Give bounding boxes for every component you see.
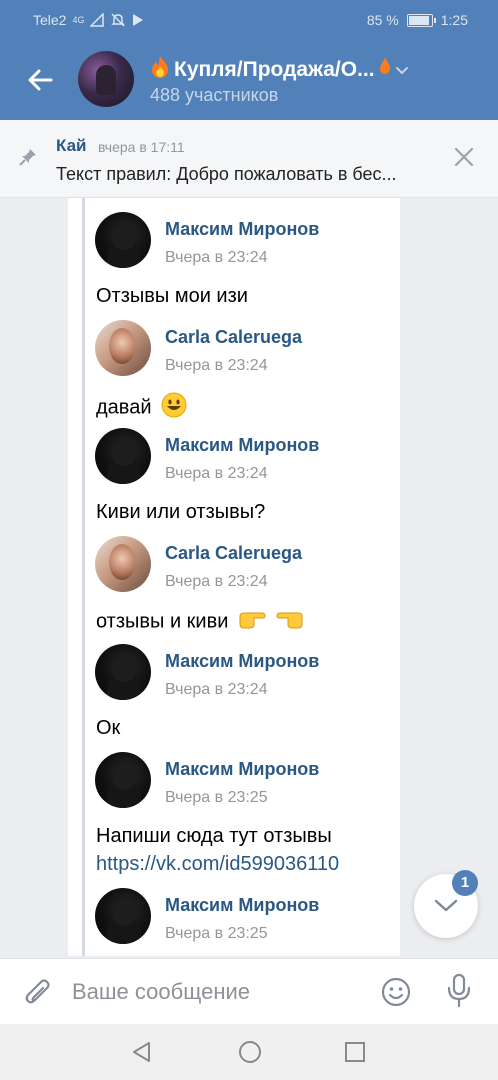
avatar[interactable] [95,428,151,484]
message-time: Вчера в 23:24 [165,465,268,482]
message-time: Вчера в 23:25 [165,925,268,942]
pointing-right-emoji-icon [238,608,266,636]
author-name[interactable]: Максим Миронов [165,759,319,780]
pinned-message[interactable]: Кай вчера в 17:11 Текст правил: Добро по… [0,120,498,198]
unread-badge: 1 [452,870,478,896]
message-text: отзывы и киви [96,610,229,633]
chevron-down-icon [395,58,409,82]
message-text: Киви или отзывы? [96,501,266,523]
message-header: Carla Caleruega Вчера в 23:24 [95,536,395,592]
message-time: Вчера в 23:24 [165,249,268,266]
message-text-row: давай [96,392,187,424]
author-name[interactable]: Максим Миронов [165,435,319,456]
message-time: Вчера в 23:24 [165,681,268,698]
message-composer [0,958,498,1024]
pinned-author: Кай [56,136,87,155]
arrow-left-icon [28,69,53,91]
system-navigation-bar [0,1024,498,1080]
message-header: Максим Миронов Вчера в 23:24 [95,428,395,484]
members-count: 488 участников [150,85,279,105]
nav-back-icon[interactable] [130,1040,154,1064]
message-text-row: отзывы и киви [96,608,304,636]
avatar[interactable] [95,888,151,944]
signal-icon [90,13,105,27]
battery-percent: 85 % [366,12,399,28]
message-header: Максим Миронов Вчера в 23:24 [95,212,395,268]
network-label: 4G [72,15,85,25]
smiley-emoji-icon [161,392,187,424]
author-name[interactable]: Максим Миронов [165,651,319,672]
avatar[interactable] [95,212,151,268]
message-header: Максим Миронов Вчера в 23:25 [95,888,395,944]
author-name[interactable]: Carla Caleruega [165,543,302,564]
nav-home-icon[interactable] [238,1040,262,1064]
message-header: Максим Миронов Вчера в 23:25 [95,752,395,808]
battery-icon [406,13,436,27]
message-text: Отзывы мои изи [96,285,248,307]
close-icon[interactable] [452,145,476,169]
author-name[interactable]: Максим Миронов [165,895,319,916]
message-text: Напиши сюда тут отзывы [96,825,332,847]
avatar[interactable] [95,644,151,700]
paperclip-icon[interactable] [22,975,54,1009]
chevron-down-icon [434,899,458,912]
author-name[interactable]: Максим Миронов [165,219,319,240]
app-header: Tele2 4G 85 % 1:25 Купля/Продажа/О... 48… [0,0,498,120]
play-icon [133,14,144,26]
author-name[interactable]: Carla Caleruega [165,327,302,348]
pinned-text: Текст правил: Добро пожаловать в бес... [56,164,397,184]
message-time: Вчера в 23:25 [165,789,268,806]
status-bar: Tele2 4G 85 % 1:25 [0,0,498,40]
pointing-left-emoji-icon [276,608,304,636]
chat-title[interactable]: Купля/Продажа/О... [150,55,409,85]
fire-icon [150,55,170,85]
chat-title-text: Купля/Продажа/О... [174,58,375,81]
message-header: Максим Миронов Вчера в 23:24 [95,644,395,700]
clock: 1:25 [440,12,468,28]
avatar[interactable] [95,536,151,592]
chat-avatar[interactable] [78,51,134,107]
carrier-label: Tele2 [33,12,67,28]
nav-recent-apps-icon[interactable] [344,1041,366,1063]
microphone-icon[interactable] [446,973,472,1009]
message-time: Вчера в 23:24 [165,357,268,374]
message-time: Вчера в 23:24 [165,573,268,590]
forward-line [82,198,85,956]
pinned-time: вчера в 17:11 [98,139,185,155]
message-feed[interactable]: Максим Миронов Вчера в 23:24 Отзывы мои … [68,198,400,956]
message-input[interactable] [72,971,362,1013]
message-text: давай [96,396,152,419]
back-button[interactable] [22,62,58,98]
message-link[interactable]: https://vk.com/id599036110 [96,852,339,876]
message-text: Ок [96,717,121,739]
pin-icon [19,149,36,166]
message-header: Carla Caleruega Вчера в 23:24 [95,320,395,376]
avatar[interactable] [95,320,151,376]
fire-icon [379,56,391,84]
avatar[interactable] [95,752,151,808]
smile-icon[interactable] [380,976,412,1008]
chat-header: Купля/Продажа/О... 488 участников [0,40,498,120]
mute-icon [111,13,126,27]
